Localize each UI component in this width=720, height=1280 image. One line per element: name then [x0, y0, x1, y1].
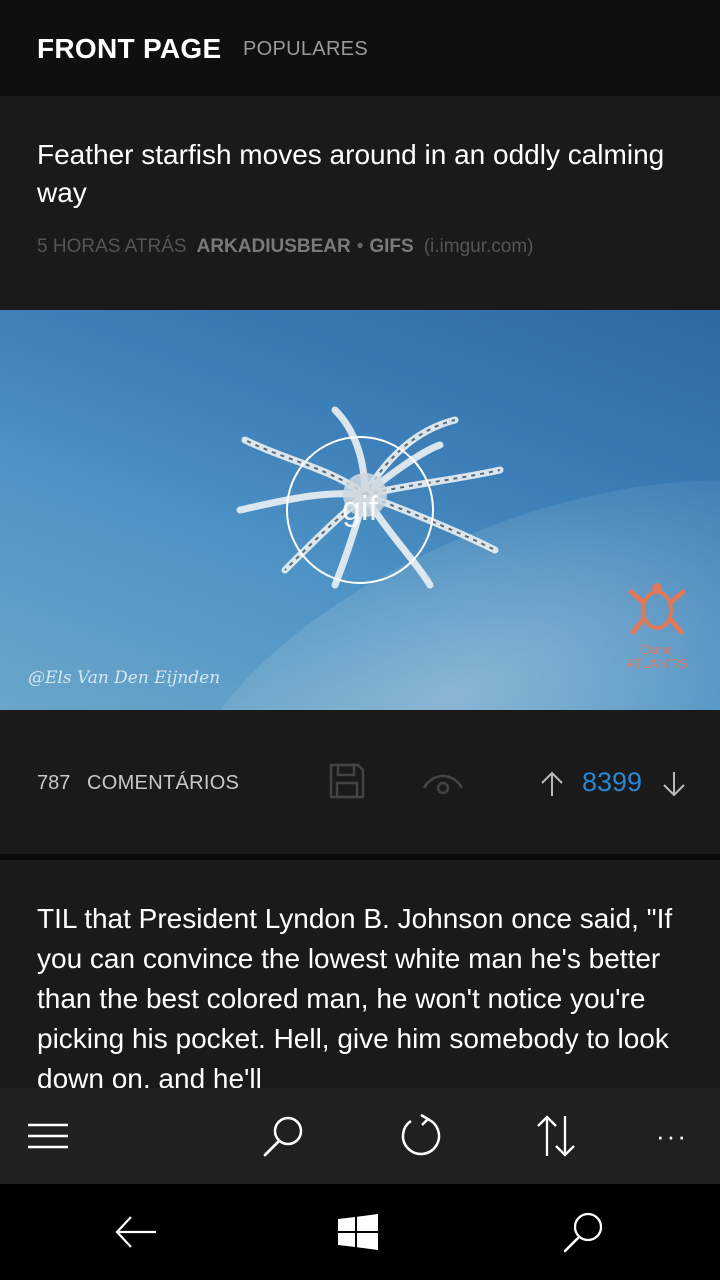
post-time: 5 HORAS ATRÁS: [37, 236, 187, 257]
comments-label[interactable]: COMENTÁRIOS: [87, 772, 239, 795]
post-card[interactable]: Feather starfish moves around in an oddl…: [0, 96, 720, 854]
dune-atlantis-logo: Dune ATLANTIS: [612, 580, 702, 671]
post-card[interactable]: TIL that President Lyndon B. Johnson onc…: [0, 860, 720, 1090]
pivot-tab-populares[interactable]: POPULARES: [243, 38, 368, 61]
post-media-thumbnail[interactable]: gif @Els Van Den Eijnden Dune ATLANTIS: [0, 310, 720, 710]
sort-icon: [537, 1115, 575, 1157]
logo-line-2: ATLANTIS: [626, 656, 688, 671]
back-button[interactable]: [76, 1184, 196, 1280]
gif-badge-label: gif: [342, 490, 378, 528]
post-score: 8399: [582, 767, 643, 797]
post-meta: 5 HORAS ATRÁS ARKADIUSBEAR • GIFS (i.imgur.c…: [37, 236, 534, 258]
system-search-button[interactable]: [524, 1184, 644, 1280]
pivot-header: FRONT PAGE POPULARES: [0, 0, 720, 96]
gif-play-badge[interactable]: gif: [286, 436, 434, 584]
logo-line-1: Dune: [641, 642, 673, 657]
app-bar: ···: [0, 1088, 720, 1184]
windows-start-icon: [338, 1214, 378, 1250]
downvote-arrow-icon[interactable]: [662, 770, 686, 798]
meta-separator: •: [356, 236, 364, 257]
back-icon: [115, 1216, 156, 1248]
post-title[interactable]: TIL that President Lyndon B. Johnson onc…: [37, 899, 687, 1090]
search-icon: [263, 1116, 303, 1157]
search-icon: [563, 1212, 603, 1253]
sort-button[interactable]: [508, 1088, 604, 1184]
hamburger-menu-icon: [28, 1123, 68, 1149]
more-button[interactable]: ···: [624, 1088, 720, 1184]
system-nav-bar: [0, 1184, 720, 1280]
comments-count[interactable]: 787: [37, 772, 70, 795]
post-subreddit[interactable]: GIFS: [369, 236, 413, 257]
pivot-tab-front-page[interactable]: FRONT PAGE: [37, 33, 221, 65]
hide-eye-icon[interactable]: [421, 766, 465, 796]
search-button[interactable]: [236, 1088, 332, 1184]
turtle-logo-icon: [628, 583, 686, 635]
refresh-icon: [401, 1113, 441, 1156]
post-author[interactable]: ARKADIUSBEAR: [197, 236, 351, 257]
image-watermark: @Els Van Den Eijnden: [28, 668, 221, 688]
more-icon: ···: [656, 1120, 688, 1151]
post-domain: (i.imgur.com): [423, 236, 534, 257]
post-actions-bar: 787 COMENTÁRIOS 8399: [0, 710, 720, 854]
upvote-arrow-icon[interactable]: [540, 770, 564, 798]
hamburger-menu-button[interactable]: [0, 1088, 96, 1184]
refresh-button[interactable]: [372, 1088, 468, 1184]
post-title[interactable]: Feather starfish moves around in an oddl…: [37, 136, 677, 212]
start-button[interactable]: [298, 1184, 418, 1280]
save-icon[interactable]: [328, 762, 366, 800]
